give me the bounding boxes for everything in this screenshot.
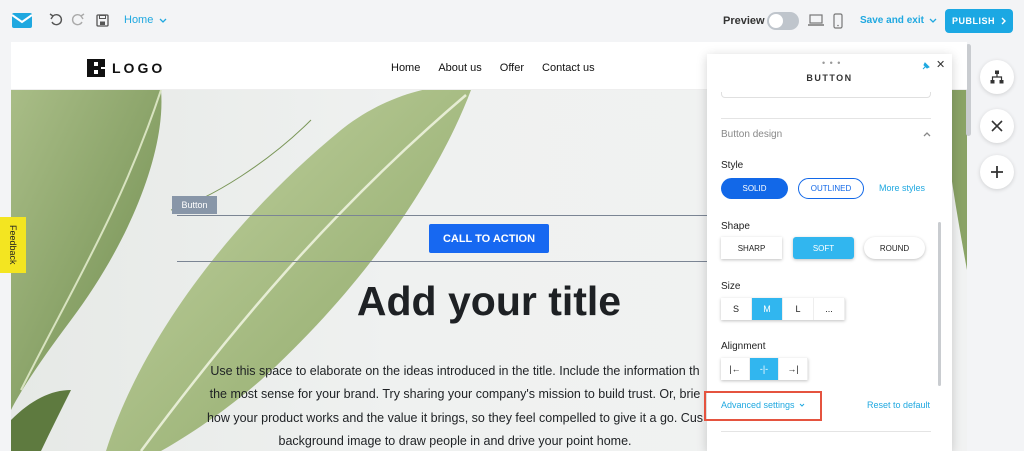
body-line: Use this space to elaborate on the ideas… bbox=[210, 364, 700, 378]
mobile-view-icon[interactable] bbox=[833, 12, 843, 29]
nav-item-offer[interactable]: Offer bbox=[500, 62, 524, 74]
selected-element-tag: Button bbox=[172, 196, 217, 214]
button-design-section-header[interactable]: Button design bbox=[721, 129, 931, 140]
save-icon[interactable] bbox=[94, 12, 110, 28]
alignment-selector: |← -|- →| bbox=[721, 358, 808, 380]
panel-close-icon[interactable]: ✕ bbox=[936, 58, 945, 71]
alignment-label: Alignment bbox=[721, 341, 766, 352]
hero-body-text[interactable]: Use this space to elaborate on the ideas… bbox=[205, 360, 705, 451]
selection-top-line bbox=[177, 215, 707, 216]
size-more-button[interactable]: ... bbox=[814, 298, 845, 320]
body-line: how your product works and the value it … bbox=[206, 410, 704, 425]
publish-label: PUBLISH bbox=[951, 16, 995, 26]
close-editor-button[interactable] bbox=[980, 109, 1014, 143]
size-s-button[interactable]: S bbox=[721, 298, 752, 320]
align-right-button[interactable]: →| bbox=[779, 358, 808, 380]
chevron-up-icon bbox=[923, 132, 931, 137]
toggle-knob bbox=[769, 14, 783, 28]
shape-sharp-button[interactable]: SHARP bbox=[721, 237, 782, 259]
nav-item-contact-us[interactable]: Contact us bbox=[542, 62, 595, 74]
redo-icon[interactable] bbox=[70, 12, 86, 28]
mail-logo-icon[interactable] bbox=[10, 10, 34, 30]
save-and-exit-button[interactable]: Save and exit bbox=[860, 15, 937, 26]
size-label: Size bbox=[721, 281, 741, 292]
chevron-down-icon bbox=[159, 18, 167, 23]
save-and-exit-label: Save and exit bbox=[860, 15, 924, 26]
chevron-down-icon bbox=[929, 18, 937, 23]
size-selector: S M L ... bbox=[721, 298, 845, 320]
site-logo[interactable]: LOGO bbox=[87, 59, 165, 77]
call-to-action-button[interactable]: CALL TO ACTION bbox=[429, 224, 549, 253]
body-line: the most sense for your brand. Try shari… bbox=[209, 387, 701, 402]
style-outlined-button[interactable]: OUTLINED bbox=[798, 178, 864, 199]
reset-to-default-link[interactable]: Reset to default bbox=[867, 400, 930, 410]
undo-icon[interactable] bbox=[48, 12, 64, 28]
page-selector-label: Home bbox=[124, 14, 154, 26]
sitemap-button[interactable] bbox=[980, 60, 1014, 94]
section-title: Button design bbox=[721, 129, 783, 140]
advanced-settings-highlight bbox=[704, 391, 822, 421]
nav-item-home[interactable]: Home bbox=[391, 62, 420, 74]
style-solid-button[interactable]: SOLID bbox=[721, 178, 788, 199]
shape-round-button[interactable]: ROUND bbox=[864, 237, 925, 259]
preview-toggle[interactable] bbox=[767, 12, 799, 30]
page-selector[interactable]: Home bbox=[124, 14, 167, 26]
body-line: background image to draw people in and d… bbox=[278, 434, 632, 449]
size-m-button[interactable]: M bbox=[752, 298, 783, 320]
publish-button[interactable]: PUBLISH bbox=[945, 9, 1013, 33]
size-l-button[interactable]: L bbox=[783, 298, 814, 320]
chevron-right-icon bbox=[1001, 17, 1006, 25]
sitemap-icon bbox=[990, 70, 1004, 84]
preview-label: Preview bbox=[723, 15, 765, 27]
top-toolbar: Home Preview Save and exit PUBLISH bbox=[0, 0, 1024, 42]
logo-mark-icon bbox=[87, 59, 105, 77]
feedback-label: Feedback bbox=[8, 225, 18, 265]
panel-title: BUTTON bbox=[806, 73, 853, 83]
align-left-button[interactable]: |← bbox=[721, 358, 750, 380]
shape-label: Shape bbox=[721, 221, 750, 232]
logo-text: LOGO bbox=[112, 60, 166, 76]
panel-divider bbox=[721, 431, 931, 432]
align-center-button[interactable]: -|- bbox=[750, 358, 779, 380]
plus-icon bbox=[991, 166, 1003, 178]
feedback-tab[interactable]: Feedback bbox=[0, 217, 26, 273]
add-element-button[interactable] bbox=[980, 155, 1014, 189]
style-label: Style bbox=[721, 160, 744, 171]
site-nav: Home About us Offer Contact us bbox=[391, 62, 595, 74]
panel-divider bbox=[721, 118, 931, 119]
panel-scrollbar[interactable] bbox=[938, 222, 941, 386]
desktop-view-icon[interactable] bbox=[808, 13, 824, 27]
more-styles-link[interactable]: More styles bbox=[879, 183, 925, 193]
shape-soft-button[interactable]: SOFT bbox=[793, 237, 854, 259]
nav-item-about-us[interactable]: About us bbox=[438, 62, 481, 74]
panel-text-field[interactable] bbox=[721, 92, 931, 98]
close-icon bbox=[991, 120, 1003, 132]
drag-handle[interactable]: • • • bbox=[822, 58, 841, 68]
selection-bottom-line bbox=[177, 261, 707, 262]
